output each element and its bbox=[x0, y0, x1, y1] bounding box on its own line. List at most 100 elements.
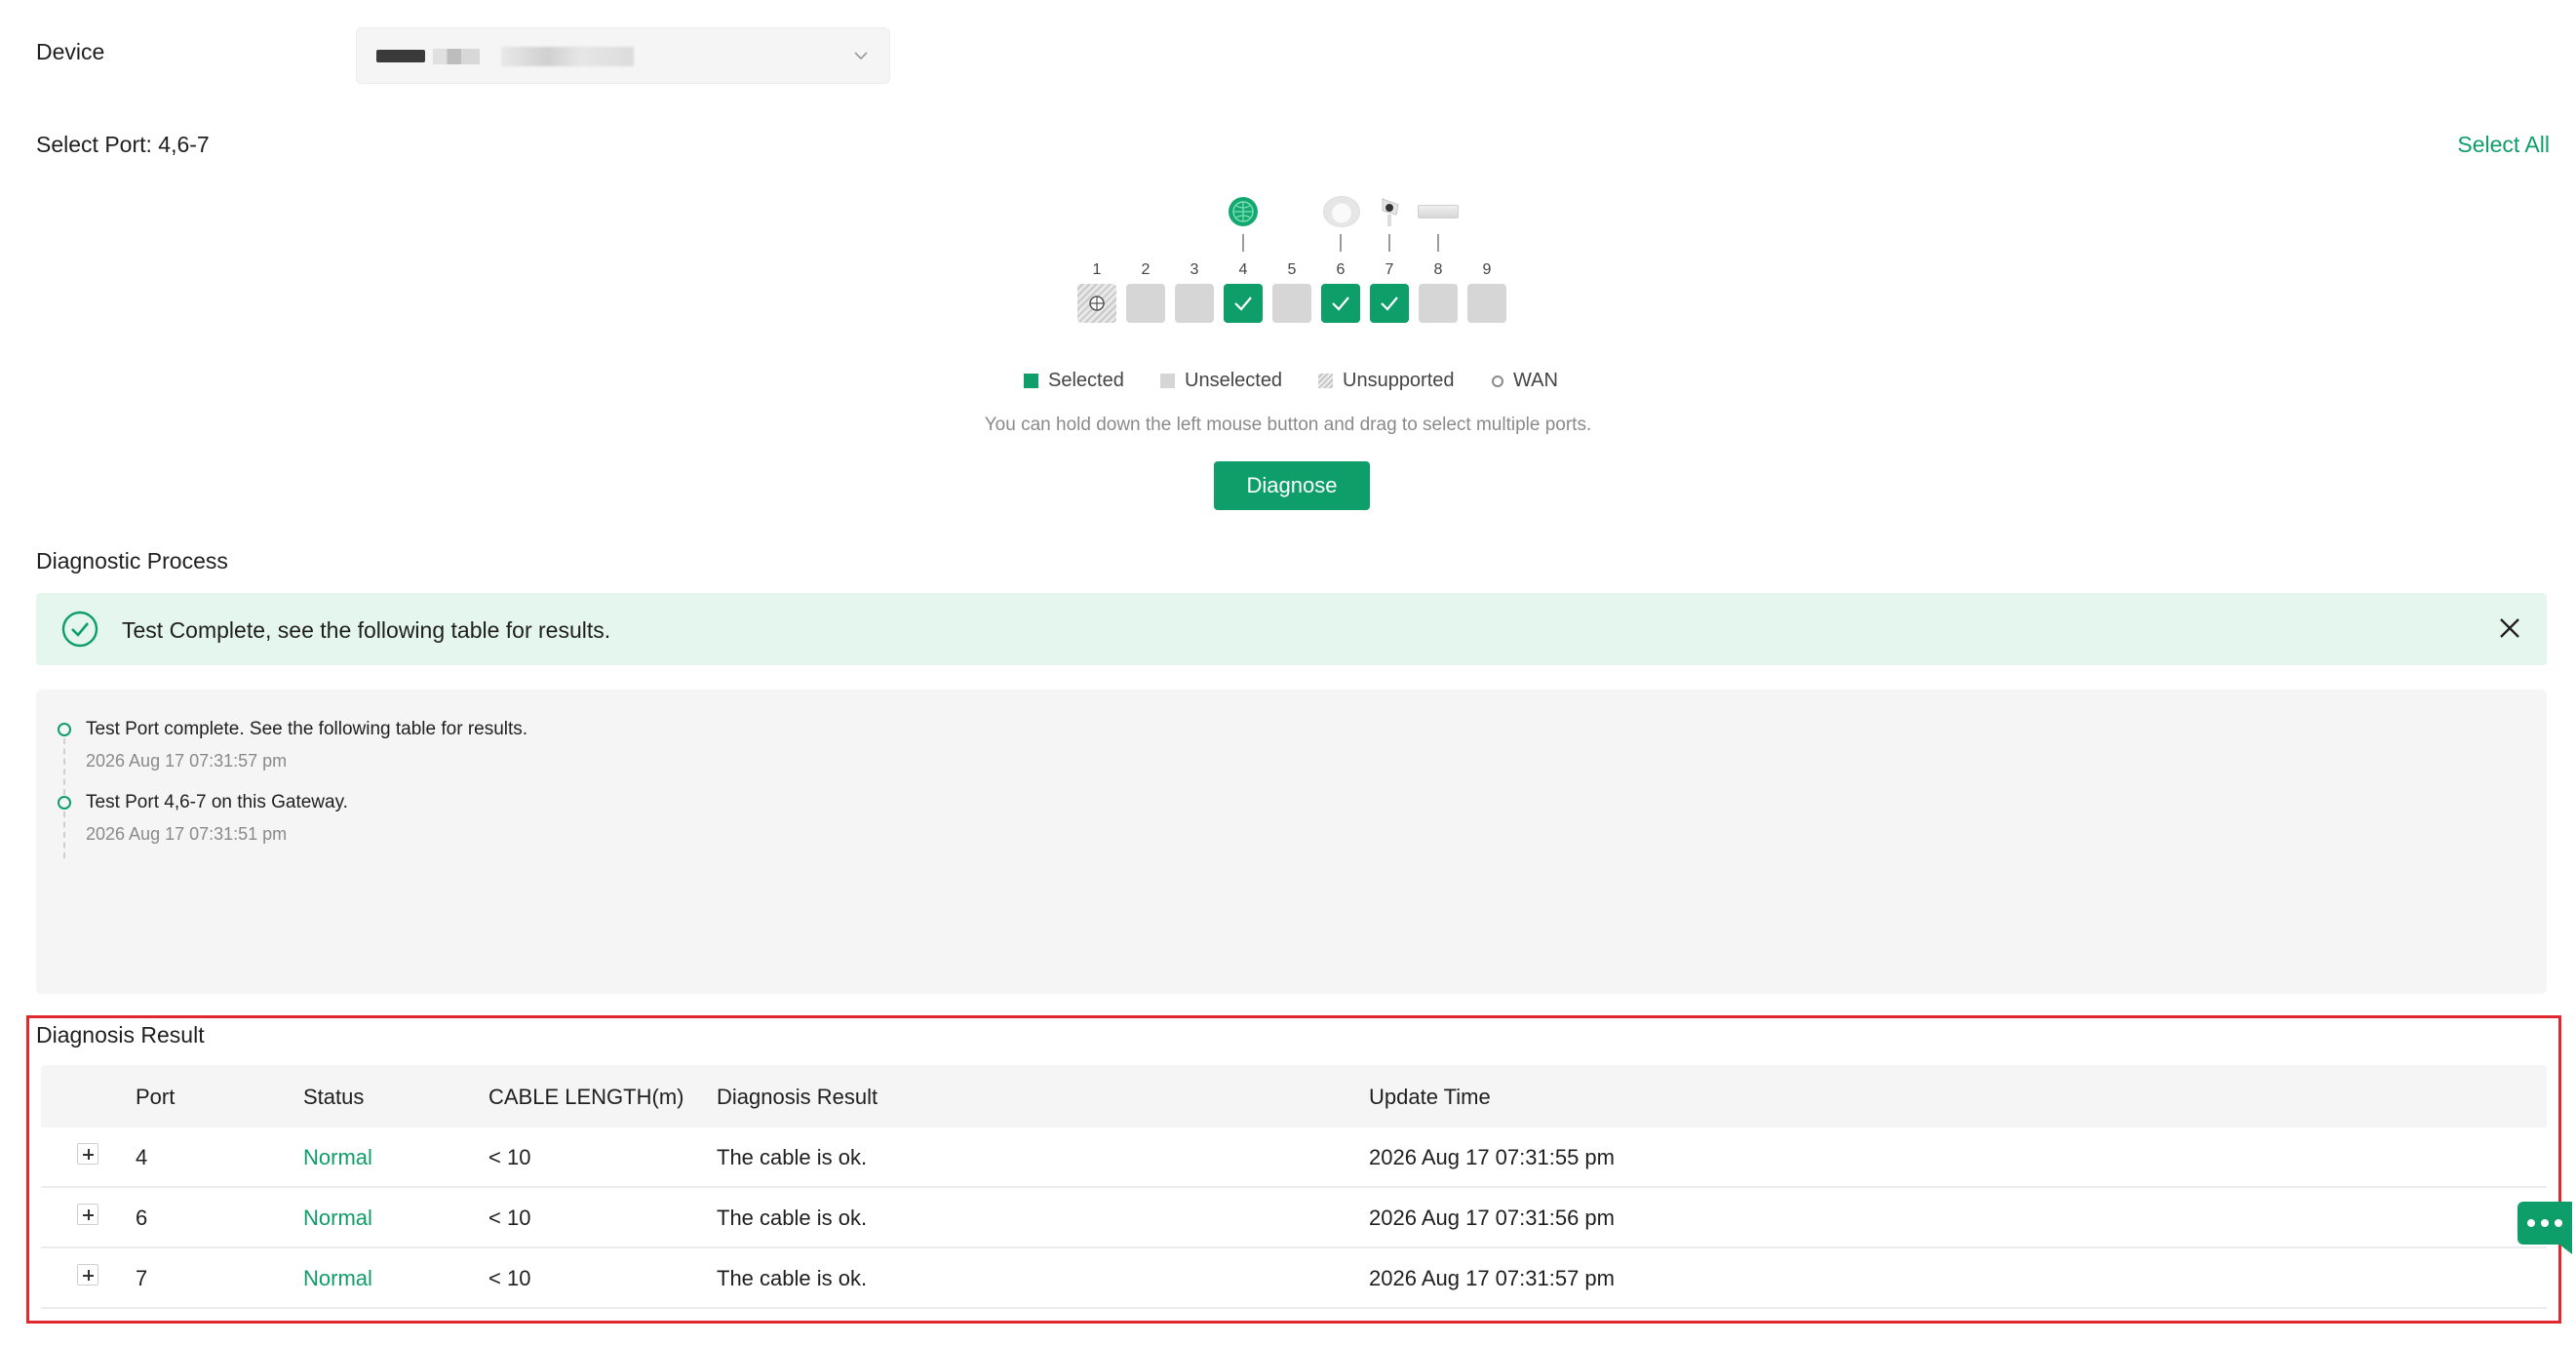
chat-support-button[interactable] bbox=[2517, 1202, 2572, 1245]
port-number: 8 bbox=[1433, 261, 1443, 278]
wan-globe-icon bbox=[1089, 296, 1105, 311]
check-icon bbox=[1234, 297, 1252, 311]
port-9[interactable] bbox=[1467, 284, 1506, 323]
cell-diagnosis-result: The cable is ok. bbox=[717, 1206, 868, 1230]
expand-row-button[interactable] bbox=[77, 1143, 98, 1165]
legend-unsupported-swatch bbox=[1318, 374, 1333, 388]
timeline-dot bbox=[58, 796, 71, 810]
chat-dot-icon bbox=[2541, 1219, 2549, 1227]
select-port-label: Select Port: 4,6-7 bbox=[36, 132, 210, 157]
diagnose-button[interactable]: Diagnose bbox=[1214, 461, 1370, 510]
legend-unsupported-label: Unsupported bbox=[1343, 370, 1455, 391]
expand-row-button[interactable] bbox=[77, 1204, 98, 1225]
port-6-connector bbox=[1340, 234, 1342, 252]
cell-diagnosis-result: The cable is ok. bbox=[717, 1145, 868, 1169]
port-number: 9 bbox=[1482, 261, 1492, 278]
chat-bubble-tail bbox=[2555, 1241, 2572, 1254]
drag-select-hint: You can hold down the left mouse button … bbox=[984, 415, 1592, 435]
table-header: Port Status CABLE LENGTH(m) Diagnosis Re… bbox=[41, 1065, 2547, 1127]
check-icon bbox=[1381, 297, 1398, 311]
port-7[interactable] bbox=[1370, 284, 1409, 323]
port-number: 7 bbox=[1385, 261, 1394, 278]
cell-port: 7 bbox=[136, 1266, 148, 1290]
legend-unselected-label: Unselected bbox=[1185, 370, 1283, 391]
diagnostic-timeline: Test Port complete. See the following ta… bbox=[36, 690, 2547, 994]
port-5[interactable] bbox=[1272, 284, 1311, 323]
cell-diagnosis-result: The cable is ok. bbox=[717, 1266, 868, 1290]
diagnosis-result-table: Port Status CABLE LENGTH(m) Diagnosis Re… bbox=[41, 1065, 2547, 1313]
port-number: 3 bbox=[1190, 261, 1199, 278]
close-icon[interactable] bbox=[2496, 614, 2523, 642]
device-label: Device bbox=[36, 39, 105, 64]
port-2[interactable] bbox=[1126, 284, 1165, 323]
legend-selected: Selected bbox=[1024, 370, 1124, 392]
access-point-icon bbox=[1323, 196, 1360, 227]
cell-port: 6 bbox=[136, 1206, 148, 1230]
port-8[interactable] bbox=[1419, 284, 1458, 323]
table-row: 6 Normal < 10 The cable is ok. 2026 Aug … bbox=[41, 1188, 2547, 1248]
column-header-diagnosis-result: Diagnosis Result bbox=[717, 1085, 878, 1109]
column-header-status: Status bbox=[303, 1085, 365, 1109]
legend-wan: WAN bbox=[1492, 370, 1558, 392]
cell-update-time: 2026 Aug 17 07:31:57 pm bbox=[1369, 1266, 1615, 1290]
switch-icon bbox=[1418, 205, 1459, 218]
port-number: 6 bbox=[1336, 261, 1346, 278]
expand-row-button[interactable] bbox=[77, 1264, 98, 1286]
banner-message: Test Complete, see the following table f… bbox=[122, 617, 611, 643]
cell-update-time: 2026 Aug 17 07:31:56 pm bbox=[1369, 1206, 1615, 1230]
port-1-wan bbox=[1077, 284, 1116, 323]
port-4[interactable] bbox=[1224, 284, 1263, 323]
timeline-connector bbox=[63, 738, 65, 795]
diagnostic-process-title: Diagnostic Process bbox=[36, 548, 228, 574]
device-model-blurred bbox=[433, 49, 480, 64]
port-4-connector bbox=[1242, 234, 1244, 252]
device-select[interactable] bbox=[356, 27, 890, 84]
legend-wan-icon bbox=[1492, 375, 1503, 387]
legend-unsupported: Unsupported bbox=[1318, 370, 1455, 392]
cell-cable-length: < 10 bbox=[488, 1145, 531, 1169]
camera-icon bbox=[1382, 198, 1399, 226]
port-3[interactable] bbox=[1175, 284, 1214, 323]
cell-status: Normal bbox=[303, 1266, 372, 1290]
port-number: 2 bbox=[1141, 261, 1151, 278]
port-7-connector bbox=[1388, 234, 1390, 252]
timeline-item-title: Test Port 4,6-7 on this Gateway. bbox=[86, 792, 348, 812]
column-header-port: Port bbox=[136, 1085, 176, 1109]
device-thumbnail bbox=[376, 50, 425, 62]
device-name-blurred bbox=[501, 47, 634, 66]
port-6[interactable] bbox=[1321, 284, 1360, 323]
port-number: 5 bbox=[1287, 261, 1297, 278]
cell-update-time: 2026 Aug 17 07:31:55 pm bbox=[1369, 1145, 1615, 1169]
timeline-item-title: Test Port complete. See the following ta… bbox=[86, 719, 528, 739]
cell-cable-length: < 10 bbox=[488, 1206, 531, 1230]
cell-port: 4 bbox=[136, 1145, 148, 1169]
cell-cable-length: < 10 bbox=[488, 1266, 531, 1290]
legend-selected-swatch bbox=[1024, 374, 1038, 388]
chevron-down-icon bbox=[854, 52, 868, 60]
port-number: 4 bbox=[1238, 261, 1248, 278]
chat-dot-icon bbox=[2555, 1219, 2562, 1227]
table-row: 7 Normal < 10 The cable is ok. 2026 Aug … bbox=[41, 1248, 2547, 1309]
timeline-dot bbox=[58, 723, 71, 736]
legend-selected-label: Selected bbox=[1048, 370, 1124, 391]
column-header-cable-length: CABLE LENGTH(m) bbox=[488, 1085, 684, 1109]
check-icon bbox=[1332, 297, 1349, 311]
test-complete-banner: Test Complete, see the following table f… bbox=[36, 593, 2547, 665]
cell-status: Normal bbox=[303, 1145, 372, 1169]
port-number: 1 bbox=[1092, 261, 1102, 278]
success-check-icon bbox=[61, 611, 98, 648]
timeline-item-time: 2026 Aug 17 07:31:51 pm bbox=[86, 824, 288, 844]
select-all-link[interactable]: Select All bbox=[2457, 132, 2550, 158]
gateway-globe-icon bbox=[1229, 197, 1258, 226]
table-row: 4 Normal < 10 The cable is ok. 2026 Aug … bbox=[41, 1127, 2547, 1188]
port-8-connector bbox=[1437, 234, 1439, 252]
timeline-item-time: 2026 Aug 17 07:31:57 pm bbox=[86, 751, 288, 771]
legend-unselected: Unselected bbox=[1160, 370, 1282, 392]
column-header-update-time: Update Time bbox=[1369, 1085, 1491, 1109]
cell-status: Normal bbox=[303, 1206, 372, 1230]
diagnosis-result-title: Diagnosis Result bbox=[36, 1022, 205, 1048]
legend-wan-label: WAN bbox=[1513, 370, 1558, 391]
chat-dot-icon bbox=[2527, 1219, 2535, 1227]
timeline-connector bbox=[63, 811, 65, 858]
legend-unselected-swatch bbox=[1160, 374, 1175, 388]
